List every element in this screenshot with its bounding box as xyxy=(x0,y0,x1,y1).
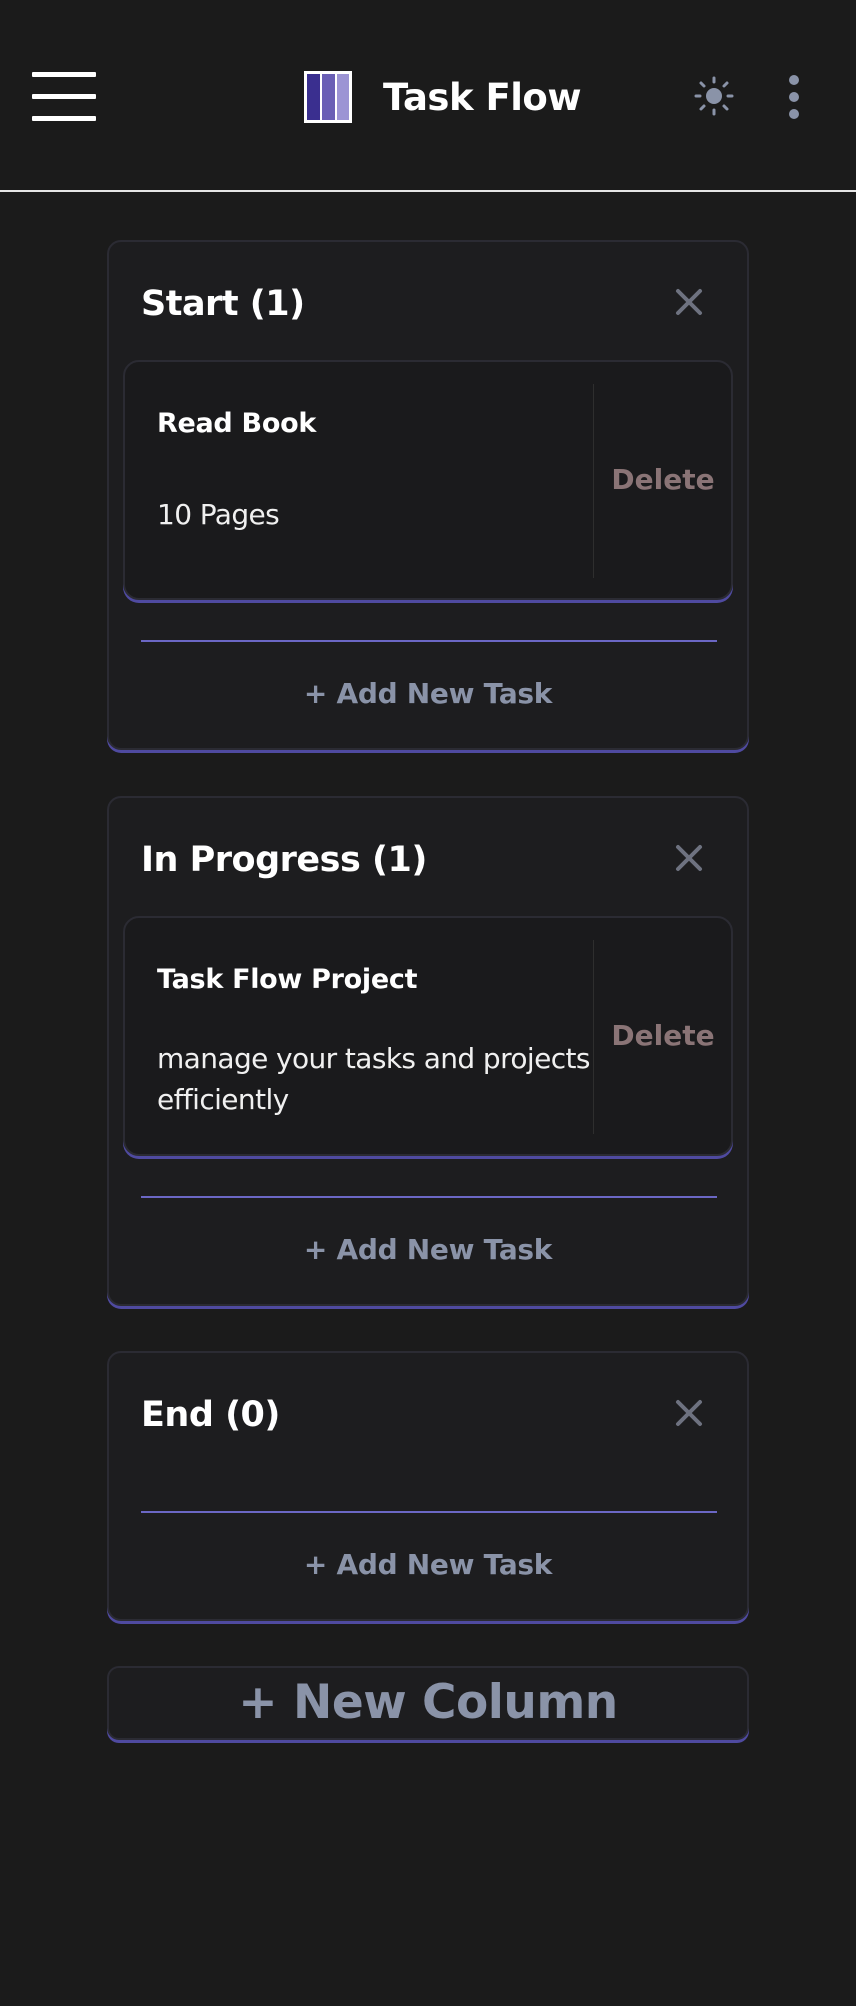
column-divider xyxy=(141,640,717,642)
app-title: Task Flow xyxy=(383,76,582,119)
column-end: End (0) + Add New Task xyxy=(107,1351,749,1621)
delete-task-button[interactable]: Delete xyxy=(607,1018,719,1054)
new-column-button[interactable]: + New Column xyxy=(107,1666,749,1740)
add-task-button[interactable]: + Add New Task xyxy=(109,1232,747,1268)
kanban-columns-icon xyxy=(304,71,352,123)
task-title: Read Book xyxy=(157,408,316,439)
task-divider xyxy=(593,384,594,578)
column-divider xyxy=(141,1196,717,1198)
task-title: Task Flow Project xyxy=(157,964,418,995)
task-card[interactable]: Read Book 10 Pages Delete xyxy=(123,360,733,600)
app-header: Task Flow xyxy=(0,0,856,192)
kebab-vertical-icon[interactable] xyxy=(784,74,804,120)
sun-icon[interactable] xyxy=(694,76,734,116)
task-description: manage your tasks and projects efficient… xyxy=(157,1042,590,1116)
task-divider xyxy=(593,940,594,1134)
add-task-button[interactable]: + Add New Task xyxy=(109,676,747,712)
close-column-icon[interactable] xyxy=(674,843,704,873)
column-start: Start (1) Read Book 10 Pages Delete + Ad… xyxy=(107,240,749,750)
close-column-icon[interactable] xyxy=(674,287,704,317)
close-column-icon[interactable] xyxy=(674,1398,704,1428)
hamburger-menu-icon[interactable] xyxy=(32,72,96,122)
task-card[interactable]: Task Flow Project manage your tasks and … xyxy=(123,916,733,1156)
column-divider xyxy=(141,1511,717,1513)
add-task-button[interactable]: + Add New Task xyxy=(109,1547,747,1583)
column-title: Start (1) xyxy=(141,284,305,324)
delete-task-button[interactable]: Delete xyxy=(607,462,719,498)
column-in-progress: In Progress (1) Task Flow Project manage… xyxy=(107,796,749,1306)
task-description: 10 Pages xyxy=(157,498,280,531)
column-title: In Progress (1) xyxy=(141,840,427,880)
column-title: End (0) xyxy=(141,1395,280,1435)
